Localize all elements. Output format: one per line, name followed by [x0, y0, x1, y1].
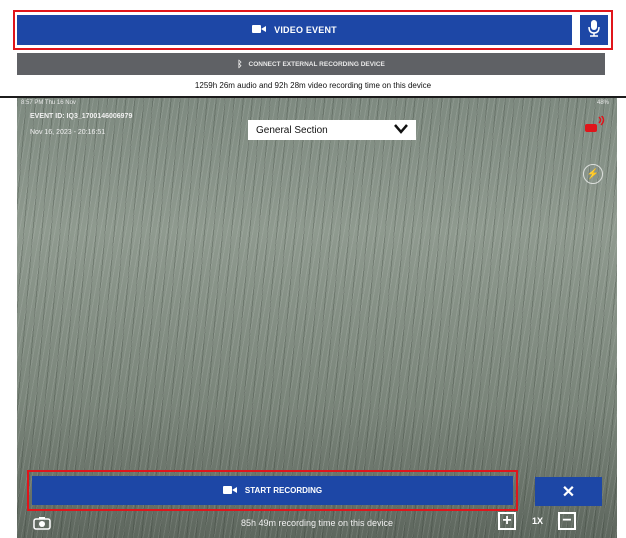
flash-off-icon[interactable]: ⚡ — [583, 164, 603, 184]
zoom-out-button[interactable]: − — [558, 512, 576, 530]
video-event-button[interactable]: VIDEO EVENT — [17, 15, 572, 45]
start-recording-label: START RECORDING — [244, 486, 323, 495]
close-button[interactable]: ✕ — [535, 477, 602, 506]
section-dropdown[interactable]: General Section — [248, 120, 416, 140]
status-bar-time: 8:57 PM Thu 16 Nov — [21, 100, 76, 106]
microphone-button[interactable] — [580, 15, 608, 45]
section-dropdown-value: General Section — [256, 124, 328, 136]
camera-preview[interactable]: 8:57 PM Thu 16 Nov 48% EVENT ID: IQ3_170… — [17, 98, 617, 538]
video-event-highlight-frame: VIDEO EVENT — [13, 10, 613, 50]
start-recording-button[interactable]: START RECORDING — [32, 476, 513, 505]
video-camera-icon — [222, 485, 237, 496]
microphone-icon — [588, 19, 600, 42]
connect-external-device-button[interactable]: ᛒ CONNECT EXTERNAL RECORDING DEVICE — [17, 53, 605, 75]
video-event-label: VIDEO EVENT — [274, 25, 337, 35]
event-date: Nov 16, 2023 - 20:16:51 — [30, 129, 106, 136]
connect-label: CONNECT EXTERNAL RECORDING DEVICE — [248, 60, 385, 68]
zoom-in-button[interactable]: + — [498, 512, 516, 530]
recording-time-available: 1259h 26m audio and 92h 28m video record… — [194, 81, 432, 90]
event-id: EVENT ID: IQ3_1700146006979 — [30, 113, 133, 120]
recording-time-remaining: 85h 49m recording time on this device — [240, 518, 394, 528]
recording-indicator-icon — [585, 114, 607, 139]
bluetooth-icon: ᛒ — [237, 59, 243, 69]
video-camera-icon — [252, 25, 267, 35]
status-bar-battery: 48% — [596, 100, 609, 106]
start-recording-highlight-frame: START RECORDING — [27, 470, 518, 511]
close-icon: ✕ — [561, 483, 576, 501]
zoom-level: 1X — [532, 516, 544, 526]
chevron-down-icon — [394, 123, 408, 137]
